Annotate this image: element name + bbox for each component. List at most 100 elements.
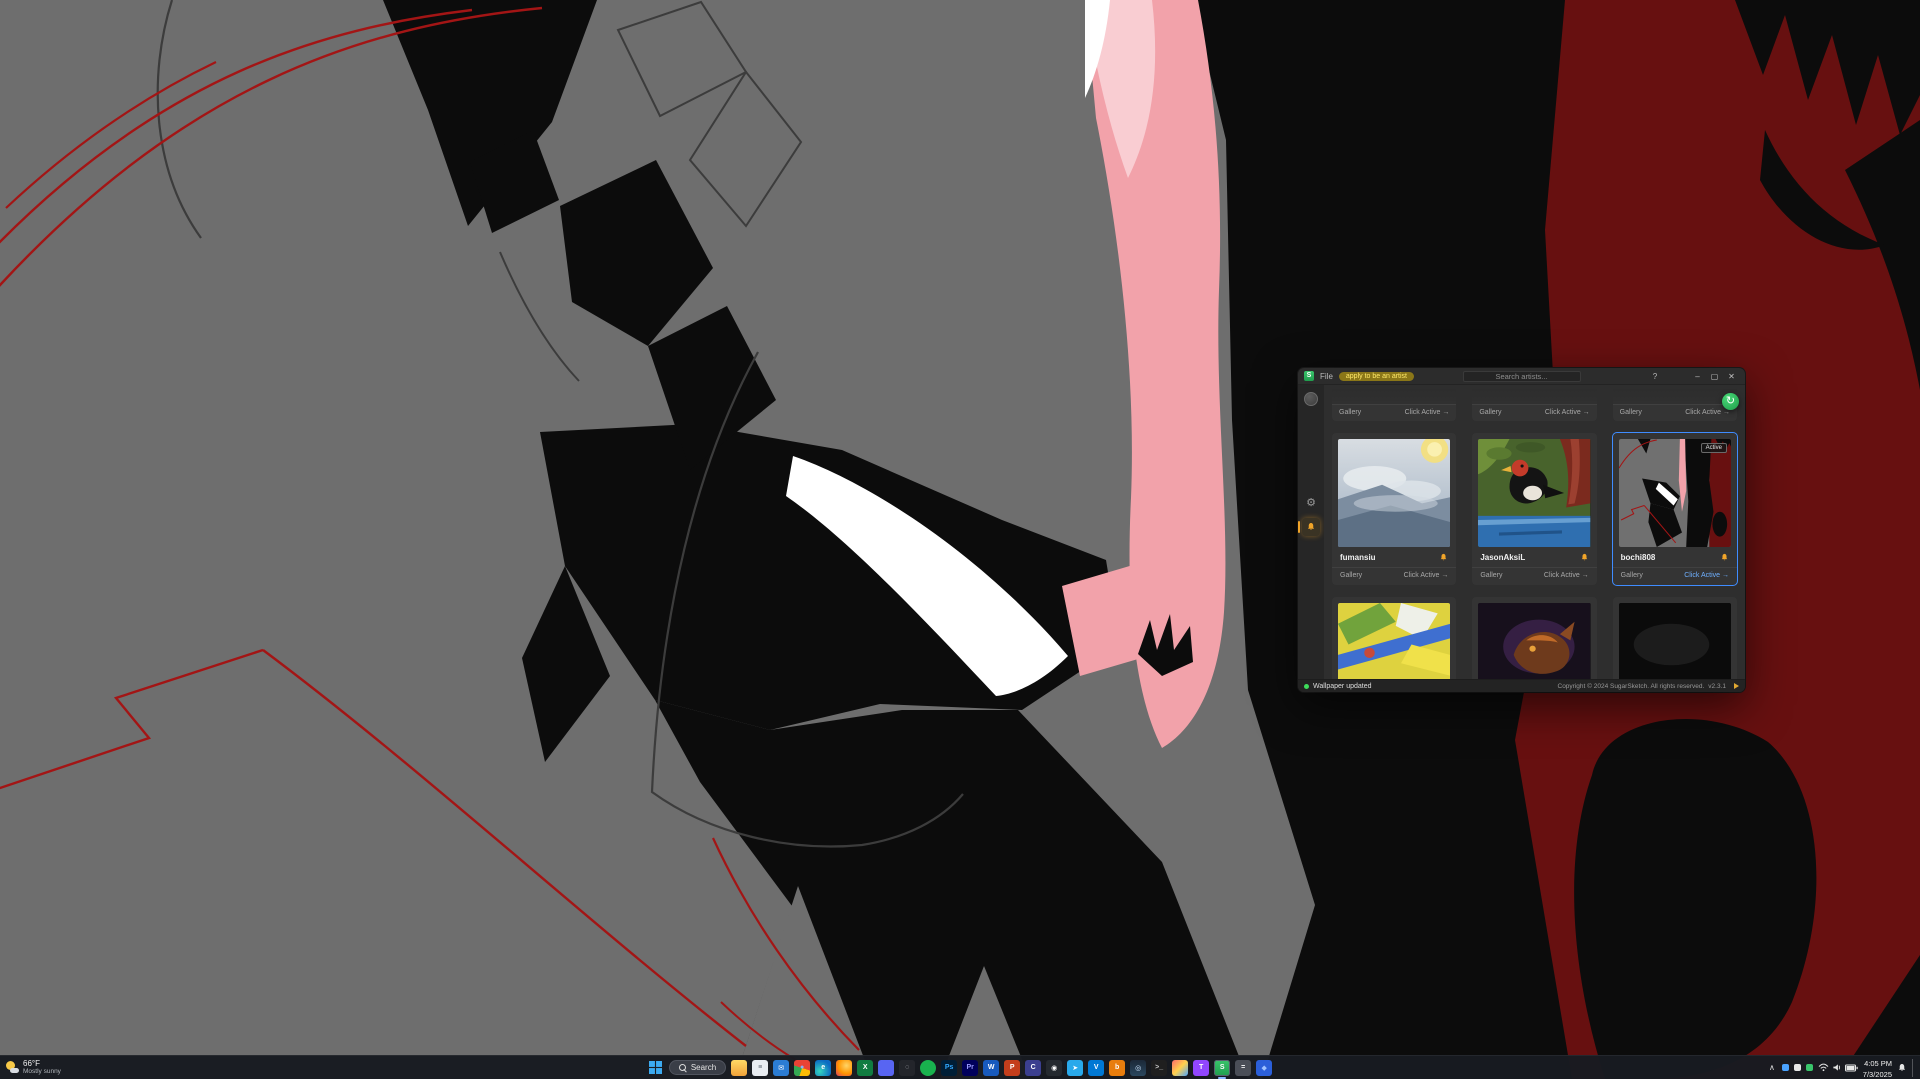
notification-bell-icon[interactable] <box>1580 553 1589 562</box>
artist-card-bochi808[interactable]: Active <box>1613 433 1737 585</box>
status-message: Wallpaper updated <box>1313 683 1372 690</box>
gallery-link[interactable]: Gallery <box>1479 409 1501 416</box>
discord-icon[interactable] <box>878 1060 894 1076</box>
search-label: Search <box>691 1063 716 1072</box>
notifications-tab[interactable] <box>1302 518 1320 536</box>
word-icon[interactable]: W <box>983 1060 999 1076</box>
artist-card[interactable]: Gallery Click Active → <box>1613 389 1737 421</box>
search-artists-input[interactable] <box>1463 371 1581 382</box>
calculator-icon[interactable]: = <box>1235 1060 1251 1076</box>
artist-card[interactable] <box>1613 597 1737 679</box>
file-menu[interactable]: File <box>1320 372 1333 381</box>
sugarsketch-window: S File apply to be an artist ? – ▢ ✕ ⚙ ↻ <box>1298 368 1745 692</box>
start-button[interactable] <box>648 1060 664 1076</box>
gallery-link[interactable]: Gallery <box>1339 409 1361 416</box>
search-icon <box>679 1064 687 1072</box>
twitch-icon[interactable]: T <box>1193 1060 1209 1076</box>
weather-sun-cloud-icon <box>6 1061 19 1074</box>
edge-icon[interactable]: e <box>815 1060 831 1076</box>
settings-gear-icon[interactable]: ⚙ <box>1306 498 1316 509</box>
artist-thumbnail <box>1472 389 1596 404</box>
paint-icon[interactable] <box>1172 1060 1188 1076</box>
taskbar-app-icons: ≡ ✉ ● e X ◌ Ps Pr WPC ◉ ➤ Vb ◎ >_ TS = ◆ <box>731 1060 1272 1076</box>
premiere-icon[interactable]: Pr <box>962 1060 978 1076</box>
artist-card[interactable] <box>1472 597 1596 679</box>
clock-time: 4:05 PM <box>1864 1059 1892 1068</box>
system-tray: ∧ 4:05 PM 7/3/2025 <box>1767 1057 1915 1079</box>
sugarsketch-icon[interactable]: S <box>1214 1060 1230 1076</box>
artist-thumbnail[interactable] <box>1478 603 1590 679</box>
artist-gallery: ↻ Gallery Click Active → Gallery Click A… <box>1324 385 1745 679</box>
artist-card[interactable] <box>1332 597 1456 679</box>
gallery-row-bottom <box>1332 597 1737 679</box>
artist-card-jasonaksil[interactable]: JasonAksiL Gallery Click Active → <box>1472 433 1596 585</box>
app-logo-icon: S <box>1304 371 1314 381</box>
file-explorer-icon[interactable] <box>731 1060 747 1076</box>
vscode-icon[interactable]: V <box>1088 1060 1104 1076</box>
notifications-bell-icon[interactable] <box>1897 1063 1907 1073</box>
click-active-link[interactable]: Click Active → <box>1685 409 1730 416</box>
gallery-link[interactable]: Gallery <box>1621 572 1643 579</box>
artist-thumbnail[interactable] <box>1338 439 1450 547</box>
powerpoint-icon[interactable]: P <box>1004 1060 1020 1076</box>
click-active-link[interactable]: Click Active → <box>1544 572 1589 579</box>
photos-icon[interactable]: ◆ <box>1256 1060 1272 1076</box>
maximize-button[interactable]: ▢ <box>1707 372 1722 381</box>
copyright-text: Copyright © 2024 SugarSketch. All rights… <box>1558 683 1705 690</box>
window-statusbar: Wallpaper updated Copyright © 2024 Sugar… <box>1298 679 1745 692</box>
github-icon[interactable]: ◉ <box>1046 1060 1062 1076</box>
click-active-link[interactable]: Click Active → <box>1684 572 1729 579</box>
obs-icon[interactable]: ◌ <box>899 1060 915 1076</box>
spotify-icon[interactable] <box>920 1060 936 1076</box>
expand-indicator-icon[interactable] <box>1734 683 1739 689</box>
refresh-button[interactable]: ↻ <box>1722 393 1739 410</box>
notification-bell-icon[interactable] <box>1720 553 1729 562</box>
show-desktop-button[interactable] <box>1912 1059 1915 1077</box>
minimize-button[interactable]: – <box>1690 372 1705 381</box>
artist-thumbnail[interactable] <box>1619 439 1731 547</box>
mail-icon[interactable]: ✉ <box>773 1060 789 1076</box>
notepad-icon[interactable]: ≡ <box>752 1060 768 1076</box>
artist-thumbnail[interactable] <box>1619 603 1731 679</box>
clock[interactable]: 4:05 PM 7/3/2025 <box>1863 1057 1892 1079</box>
excel-icon[interactable]: X <box>857 1060 873 1076</box>
wifi-icon <box>1818 1063 1829 1072</box>
tray-overflow-chevron-icon[interactable]: ∧ <box>1767 1063 1777 1072</box>
taskbar-search[interactable]: Search <box>669 1060 726 1075</box>
desktop: { "window": { "titlebar": { "logo_letter… <box>0 0 1920 1079</box>
gallery-link[interactable]: Gallery <box>1620 409 1642 416</box>
weather-widget[interactable]: 66°F Mostly sunny <box>6 1060 61 1076</box>
terminal-icon[interactable]: >_ <box>1151 1060 1167 1076</box>
steam-icon[interactable]: ◎ <box>1130 1060 1146 1076</box>
network-volume-battery[interactable] <box>1818 1063 1858 1072</box>
artist-thumbnail[interactable] <box>1338 603 1450 679</box>
gallery-link[interactable]: Gallery <box>1480 572 1502 579</box>
chrome-icon[interactable]: ● <box>794 1060 810 1076</box>
telegram-icon[interactable]: ➤ <box>1067 1060 1083 1076</box>
firefox-icon[interactable] <box>836 1060 852 1076</box>
notification-bell-icon[interactable] <box>1439 553 1448 562</box>
window-titlebar[interactable]: S File apply to be an artist ? – ▢ ✕ <box>1298 368 1745 385</box>
artist-card-fumansiu[interactable]: fumansiu Gallery Click Active → <box>1332 433 1456 585</box>
artist-thumbnail <box>1613 389 1737 404</box>
tray-icon-3[interactable] <box>1806 1064 1813 1071</box>
click-active-link[interactable]: Click Active → <box>1405 409 1450 416</box>
artist-card[interactable]: Gallery Click Active → <box>1472 389 1596 421</box>
artist-card[interactable]: Gallery Click Active → <box>1332 389 1456 421</box>
photoshop-icon[interactable]: Ps <box>941 1060 957 1076</box>
gallery-row-middle: fumansiu Gallery Click Active → <box>1332 433 1737 585</box>
artist-thumbnail[interactable] <box>1478 439 1590 547</box>
tray-icon-1[interactable] <box>1782 1064 1789 1071</box>
tray-icon-2[interactable] <box>1794 1064 1801 1071</box>
weather-temperature: 66°F <box>23 1060 61 1068</box>
click-active-link[interactable]: Click Active → <box>1404 572 1449 579</box>
profile-avatar[interactable] <box>1304 392 1318 406</box>
gallery-link[interactable]: Gallery <box>1340 572 1362 579</box>
click-active-link[interactable]: Click Active → <box>1545 409 1590 416</box>
bell-icon <box>1306 522 1316 532</box>
help-button[interactable]: ? <box>1648 372 1662 381</box>
clip-studio-icon[interactable]: C <box>1025 1060 1041 1076</box>
close-button[interactable]: ✕ <box>1724 372 1739 381</box>
apply-artist-button[interactable]: apply to be an artist <box>1339 372 1414 381</box>
blender-icon[interactable]: b <box>1109 1060 1125 1076</box>
